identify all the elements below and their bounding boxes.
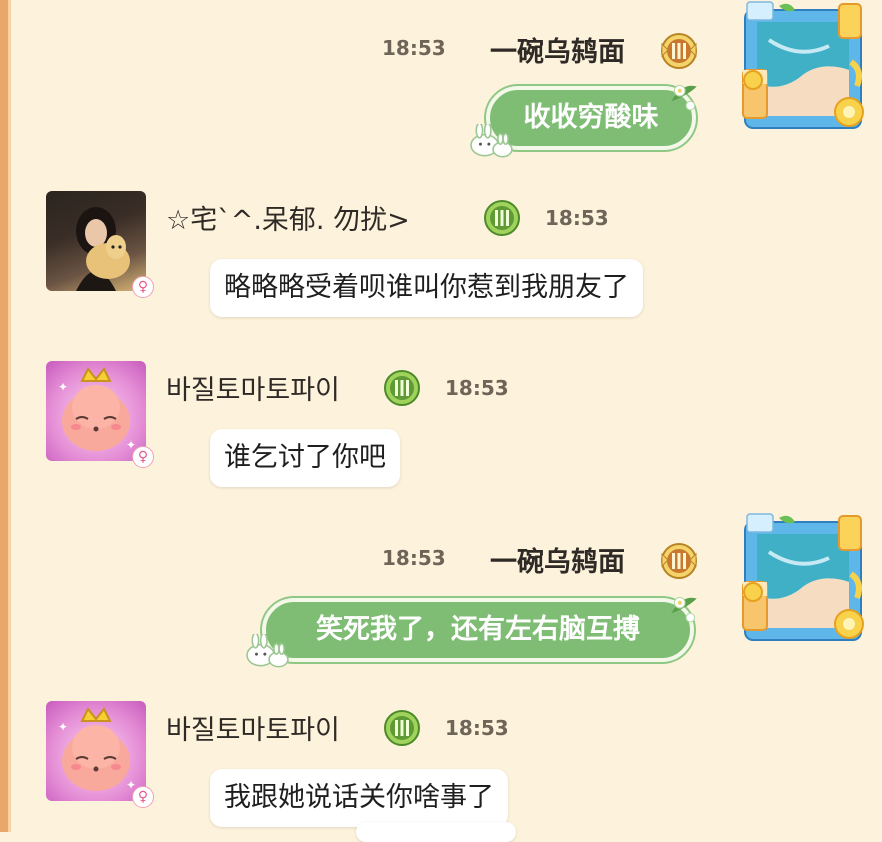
message-bubble[interactable]: 我跟她说话关你啥事了 xyxy=(210,769,508,827)
svg-text:✦: ✦ xyxy=(58,720,68,734)
avatar[interactable]: ✦ ✦ xyxy=(46,701,146,801)
avatar-cartoon: ✦ ✦ xyxy=(58,367,136,452)
level-badge-green-icon xyxy=(384,370,420,406)
female-icon: ♀ xyxy=(132,786,154,808)
left-edge-bar xyxy=(0,0,8,832)
message-bubble[interactable]: 谁乞讨了你吧 xyxy=(210,429,400,487)
level-badge-green-icon xyxy=(484,200,520,236)
message-bubble[interactable]: 收收穷酸味 xyxy=(486,86,696,150)
left-edge-highlight xyxy=(8,0,11,832)
message-time: 18:53 xyxy=(445,716,509,740)
sender-name[interactable]: 바질토마토파이 xyxy=(166,368,340,407)
message-time: 18:53 xyxy=(445,376,509,400)
message-bubble[interactable]: 笑死我了，还有左右脑互搏 xyxy=(262,598,694,662)
sender-name[interactable]: 바질토마토파이 xyxy=(166,708,340,747)
avatar[interactable] xyxy=(46,191,146,291)
flower-icon xyxy=(670,84,698,111)
message-bubble-partial[interactable] xyxy=(356,822,516,842)
message-time: 18:53 xyxy=(382,36,446,60)
message-bubble[interactable]: 略略略受着呗谁叫你惹到我朋友了 xyxy=(210,259,643,317)
flower-icon xyxy=(670,596,698,623)
sender-name[interactable]: 一碗乌鸫面 xyxy=(490,30,625,69)
bunny-icon xyxy=(470,124,513,158)
level-badge-green-icon xyxy=(384,710,420,746)
sender-name[interactable]: ☆宅`^.呆郁. 勿扰> xyxy=(166,198,410,237)
avatar-cartoon: ✦ ✦ xyxy=(58,707,136,792)
sender-name[interactable]: 一碗乌鸫面 xyxy=(490,540,625,579)
svg-text:✦: ✦ xyxy=(58,380,68,394)
level-badge-gold-icon xyxy=(661,33,697,69)
avatar[interactable]: ✦ ✦ xyxy=(46,361,146,461)
message-time: 18:53 xyxy=(545,206,609,230)
level-badge-gold-icon xyxy=(661,543,697,579)
female-icon: ♀ xyxy=(132,446,154,468)
avatar-photo xyxy=(76,207,130,291)
avatar-with-frame[interactable] xyxy=(737,512,869,650)
message-time: 18:53 xyxy=(382,546,446,570)
female-icon: ♀ xyxy=(132,276,154,298)
bunny-icon xyxy=(246,634,289,668)
avatar-with-frame[interactable] xyxy=(737,0,869,138)
